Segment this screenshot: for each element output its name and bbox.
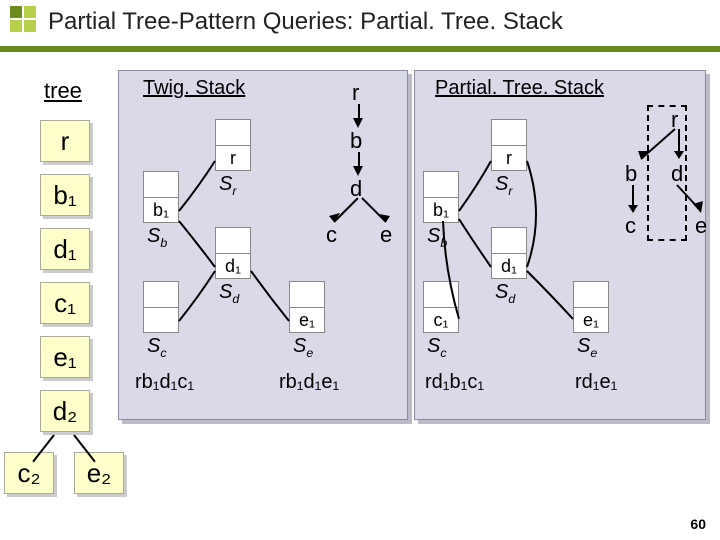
title-underline	[0, 46, 720, 52]
tree-node-d2: d₂	[40, 390, 90, 432]
path-label: rd₁e₁	[575, 371, 617, 394]
query-node-b: b	[350, 128, 362, 154]
panel-partialtreestack: Partial. Tree. Stack r Sr b₁ Sb d₁ Sd c₁…	[414, 70, 706, 420]
arrow-down-icon	[353, 118, 363, 128]
query-node-r: r	[352, 80, 359, 106]
slide-decoration-icon	[10, 6, 36, 32]
tree-node-b1: b₁	[40, 174, 90, 216]
tree-node-d1: d₁	[40, 228, 90, 270]
query-edge	[358, 104, 360, 118]
tree-node-r: r	[40, 120, 90, 162]
query-node-e: e	[380, 222, 392, 248]
stack-links-icon	[415, 71, 707, 421]
stack-links-icon	[119, 71, 409, 421]
slide-title: Partial Tree-Pattern Queries: Partial. T…	[48, 8, 563, 36]
page-number: 60	[690, 516, 706, 532]
panel-twigstack: Twig. Stack r Sr b₁ Sb d₁ Sd Sc e₁ Se rb…	[118, 70, 408, 420]
tree-node-c2: c₂	[4, 452, 54, 494]
arrow-down-icon	[353, 166, 363, 176]
path-label: rb₁d₁c₁	[135, 371, 194, 394]
tree-node-c1: c₁	[40, 282, 90, 324]
query-edge	[358, 152, 360, 166]
tree-node-e2: e₂	[74, 452, 124, 494]
tree-header: tree	[44, 78, 82, 104]
query-node-c: c	[326, 222, 337, 248]
title-bar: Partial Tree-Pattern Queries: Partial. T…	[0, 0, 720, 56]
path-label: rb₁d₁e₁	[279, 371, 339, 394]
path-label: rd₁b₁c₁	[425, 371, 484, 394]
tree-node-e1: e₁	[40, 336, 90, 378]
